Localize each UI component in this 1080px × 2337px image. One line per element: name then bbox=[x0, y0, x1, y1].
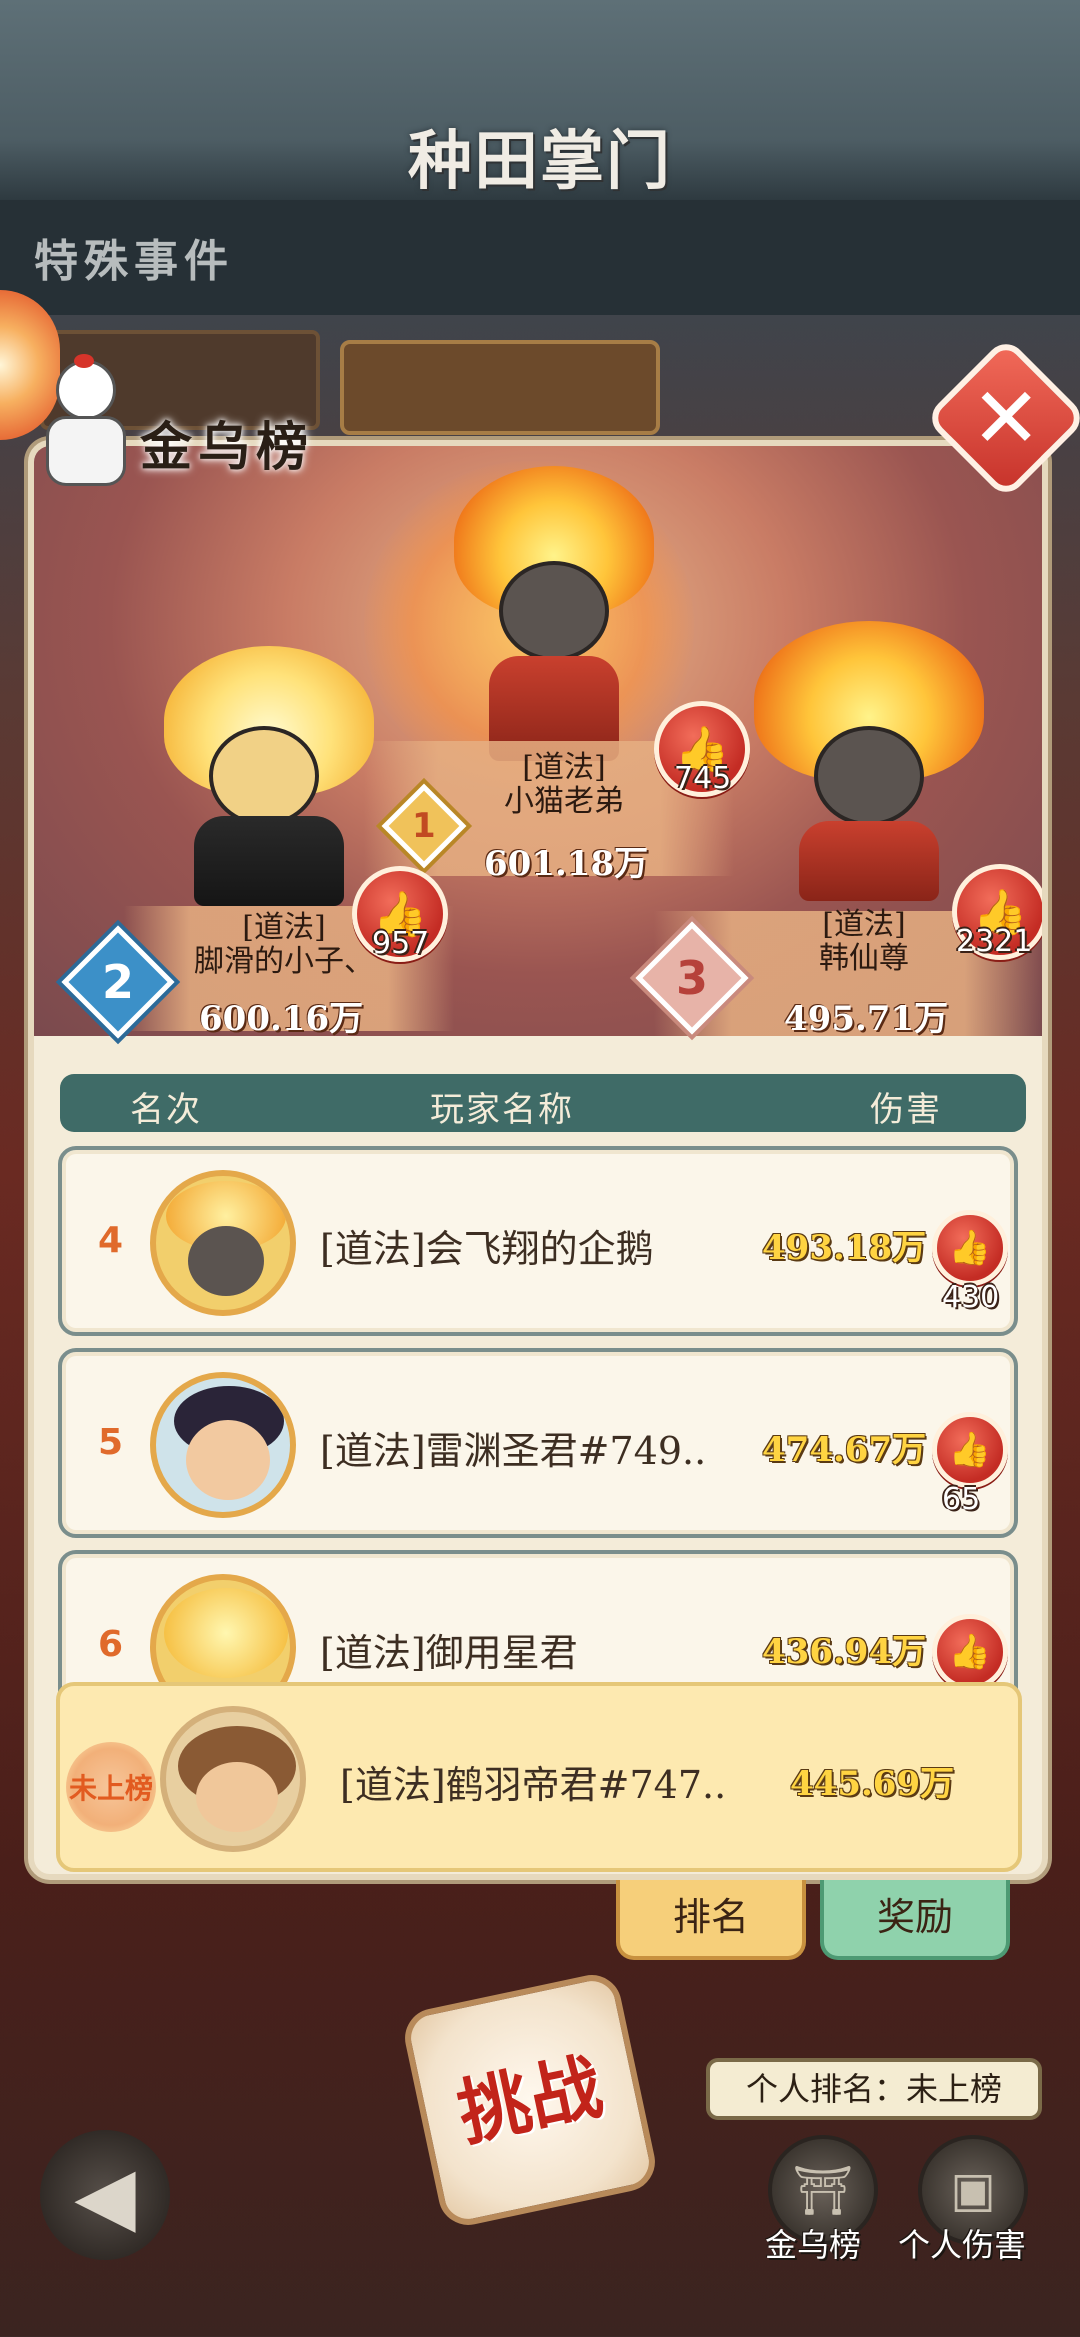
row-player-name: [道法]雷渊圣君#749.. bbox=[320, 1429, 707, 1473]
avatar-face bbox=[196, 1762, 278, 1832]
hero-robe bbox=[799, 821, 939, 901]
thumbs-up-icon: 👍 bbox=[948, 1632, 992, 1672]
like-count: 2321 bbox=[956, 924, 1033, 959]
like-count: 745 bbox=[674, 761, 732, 796]
like-count: 957 bbox=[372, 926, 430, 961]
tab-reward[interactable]: 奖励 bbox=[820, 1880, 1010, 1960]
hero-name: 小猫老弟 bbox=[504, 784, 624, 819]
row-damage: 493.18万 bbox=[762, 1228, 927, 1268]
hero-rank-3-label: [道法] 韩仙尊 bbox=[764, 908, 964, 976]
crane-mascot-icon bbox=[26, 354, 136, 490]
hero-rank-2-damage: 600.16万 bbox=[199, 999, 364, 1039]
like-button[interactable]: 👍 bbox=[932, 1412, 1008, 1488]
crane-body bbox=[46, 416, 126, 486]
hero-face bbox=[814, 726, 924, 826]
hero-rank-3-damage: 495.71万 bbox=[784, 999, 949, 1039]
personal-rank-status: 个人排名：未上榜 bbox=[706, 2058, 1042, 2120]
hero-face bbox=[209, 726, 319, 826]
like-count: 430 bbox=[942, 1280, 1000, 1315]
avatar-face bbox=[188, 1226, 264, 1296]
table-row[interactable]: 4 [道法]会飞翔的企鹅 493.18万 👍 430 bbox=[58, 1146, 1018, 1336]
avatar-hair bbox=[164, 1588, 288, 1678]
like-button[interactable]: 👍 bbox=[932, 1614, 1008, 1690]
hero-sect: [道法] bbox=[522, 750, 606, 785]
like-count: 65 bbox=[942, 1482, 981, 1517]
hero-rank-1-label: [道法] 小猫老弟 bbox=[464, 751, 664, 819]
leaderboard-modal: 1 [道法] 小猫老弟 601.18万 👍 745 2 [道法] 脚滑的小子、 … bbox=[28, 440, 1048, 1880]
self-damage: 445.69万 bbox=[790, 1764, 955, 1804]
background-tab-selected bbox=[340, 340, 660, 435]
podium-area: 1 [道法] 小猫老弟 601.18万 👍 745 2 [道法] 脚滑的小子、 … bbox=[34, 446, 1042, 1039]
chest-icon: ▣ bbox=[950, 2162, 996, 2218]
row-damage: 474.67万 bbox=[762, 1430, 927, 1470]
player-avatar[interactable] bbox=[150, 1372, 296, 1518]
back-button[interactable]: ◀ bbox=[40, 2130, 170, 2260]
row-rank: 5 bbox=[98, 1422, 124, 1463]
hero-face bbox=[499, 561, 609, 661]
tab-ranking[interactable]: 排名 bbox=[616, 1880, 806, 1960]
row-player-name: [道法]会飞翔的企鹅 bbox=[320, 1227, 654, 1271]
close-icon: ✕ bbox=[970, 368, 1042, 467]
modal-title: 金乌榜 bbox=[140, 417, 315, 478]
hero-rank-2-avatar[interactable] bbox=[154, 646, 384, 906]
hero-robe bbox=[194, 816, 344, 906]
like-button[interactable]: 👍 bbox=[932, 1210, 1008, 1286]
back-arrow-icon: ◀ bbox=[74, 2148, 136, 2242]
gold-crow-ranking-label: 金乌榜 bbox=[765, 2226, 862, 2264]
hero-sect: [道法] bbox=[822, 907, 906, 942]
game-logo: 种田掌门人 bbox=[408, 124, 672, 291]
row-rank: 4 bbox=[98, 1220, 124, 1261]
player-avatar[interactable] bbox=[150, 1170, 296, 1316]
personal-damage-label: 个人伤害 bbox=[898, 2226, 1027, 2264]
self-player-name: [道法]鹤羽帝君#747.. bbox=[340, 1763, 727, 1807]
row-rank: 6 bbox=[98, 1624, 124, 1665]
self-avatar[interactable] bbox=[160, 1706, 306, 1852]
row-player-name: [道法]御用星君 bbox=[320, 1631, 578, 1675]
section-title: 特殊事件 bbox=[34, 236, 234, 287]
row-damage: 436.94万 bbox=[762, 1632, 927, 1672]
thumbs-up-icon: 👍 bbox=[948, 1430, 992, 1470]
thumbs-up-icon: 👍 bbox=[948, 1228, 992, 1268]
hero-name: 韩仙尊 bbox=[819, 941, 909, 976]
table-header: 名次 玩家名称 伤害 bbox=[60, 1074, 1026, 1132]
hero-rank-1-avatar[interactable] bbox=[454, 466, 654, 766]
hero-rank-3-avatar[interactable] bbox=[754, 621, 984, 901]
self-rank: 未上榜 bbox=[66, 1742, 156, 1832]
crane-crest bbox=[74, 354, 94, 368]
column-rank: 名次 bbox=[130, 1090, 202, 1130]
challenge-button[interactable]: 挑战 bbox=[399, 1969, 661, 2231]
hero-rank-1-damage: 601.18万 bbox=[484, 844, 649, 884]
ranking-list[interactable]: 4 [道法]会飞翔的企鹅 493.18万 👍 430 5 [道法]雷渊圣君#74… bbox=[34, 1146, 1042, 1706]
pavilion-icon: ⛩ bbox=[792, 2162, 854, 2219]
self-ranking-row: 未上榜 [道法]鹤羽帝君#747.. 445.69万 bbox=[56, 1682, 1022, 1872]
table-row[interactable]: 5 [道法]雷渊圣君#749.. 474.67万 👍 65 bbox=[58, 1348, 1018, 1538]
column-damage: 伤害 bbox=[870, 1090, 942, 1130]
column-player-name: 玩家名称 bbox=[430, 1090, 574, 1130]
avatar-face bbox=[186, 1420, 270, 1500]
crane-head bbox=[56, 360, 116, 420]
